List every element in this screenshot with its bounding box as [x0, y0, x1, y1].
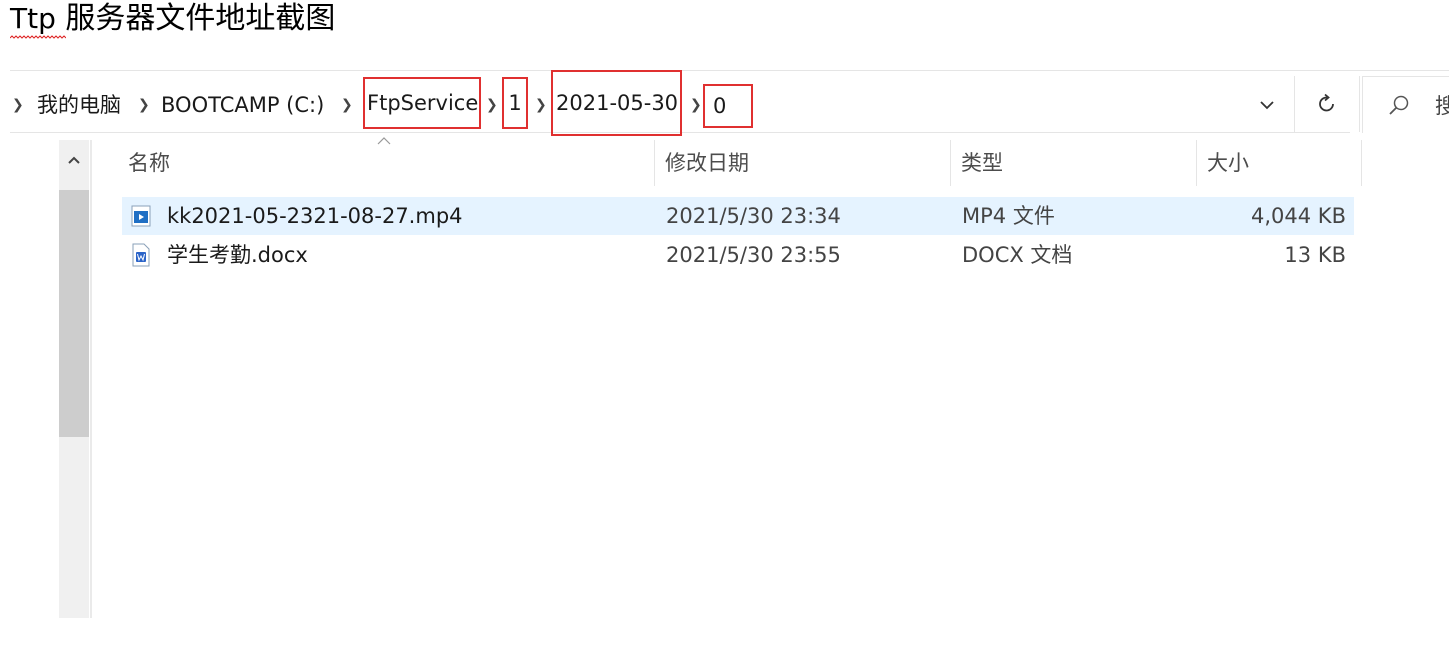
word-document-icon [132, 243, 150, 267]
file-type: DOCX 文档 [962, 243, 1073, 267]
breadcrumb-chevron-icon[interactable]: ❯ [486, 90, 498, 120]
file-size: 4,044 KB [1251, 204, 1346, 228]
search-icon [1389, 95, 1409, 115]
document-title-latin: Ttp [10, 2, 66, 39]
breadcrumb-item-1[interactable]: 1 [502, 77, 528, 129]
refresh-button[interactable] [1294, 76, 1360, 132]
search-input[interactable]: 搜 [1362, 76, 1449, 133]
column-header-name[interactable]: 名称 [118, 140, 655, 186]
search-placeholder: 搜 [1435, 94, 1449, 118]
breadcrumb-item-this-pc[interactable]: 我的电脑 [37, 90, 121, 120]
refresh-icon [1319, 93, 1334, 112]
breadcrumb-item-ftpservice[interactable]: FtpService [363, 77, 481, 129]
window-top-border [10, 70, 1449, 71]
file-name[interactable]: 学生考勤.docx [167, 236, 308, 274]
breadcrumb-item-bootcamp[interactable]: BOOTCAMP (C:) [161, 90, 324, 120]
spellcheck-underline [10, 35, 66, 39]
breadcrumb-chevron-icon[interactable]: ❯ [535, 90, 547, 120]
scroll-up-arrow-icon[interactable] [59, 140, 89, 180]
file-row-mp4[interactable]: kk2021-05-2321-08-27.mp4 2021/5/30 23:34… [122, 197, 1354, 235]
column-header-size[interactable]: 大小 [1197, 140, 1362, 186]
address-bar[interactable]: ❯ 我的电脑 ❯ BOOTCAMP (C:) ❯ FtpService ❯ 1 … [10, 70, 1360, 136]
file-modified: 2021/5/30 23:55 [666, 243, 841, 267]
column-header-modified[interactable]: 修改日期 [655, 140, 951, 186]
file-modified: 2021/5/30 23:34 [666, 204, 841, 228]
breadcrumb-chevron-icon[interactable]: ❯ [690, 90, 702, 120]
column-header-type[interactable]: 类型 [951, 140, 1197, 186]
breadcrumb-item-0[interactable]: 0 [703, 84, 753, 128]
file-type: MP4 文件 [962, 204, 1055, 228]
breadcrumb-chevron-icon[interactable]: ❯ [341, 90, 353, 120]
document-title-cjk: 服务器文件地址截图 [55, 1, 336, 36]
scrollbar-thumb[interactable] [59, 190, 89, 437]
history-dropdown-chevron-icon[interactable] [1254, 90, 1280, 120]
file-row-docx[interactable]: 学生考勤.docx 2021/5/30 23:55 DOCX 文档 13 KB [122, 236, 1354, 274]
pane-divider [90, 140, 92, 618]
video-file-icon [131, 205, 151, 227]
breadcrumb-item-date[interactable]: 2021-05-30 [551, 70, 682, 136]
file-size: 13 KB [1284, 243, 1346, 267]
file-name[interactable]: kk2021-05-2321-08-27.mp4 [167, 197, 463, 235]
breadcrumb-root-chevron-icon[interactable]: ❯ [12, 90, 24, 120]
navigation-pane-scrollbar[interactable] [59, 140, 89, 618]
document-title: Ttp 服务器文件地址截图 [10, 0, 335, 40]
breadcrumb-chevron-icon[interactable]: ❯ [138, 90, 150, 120]
